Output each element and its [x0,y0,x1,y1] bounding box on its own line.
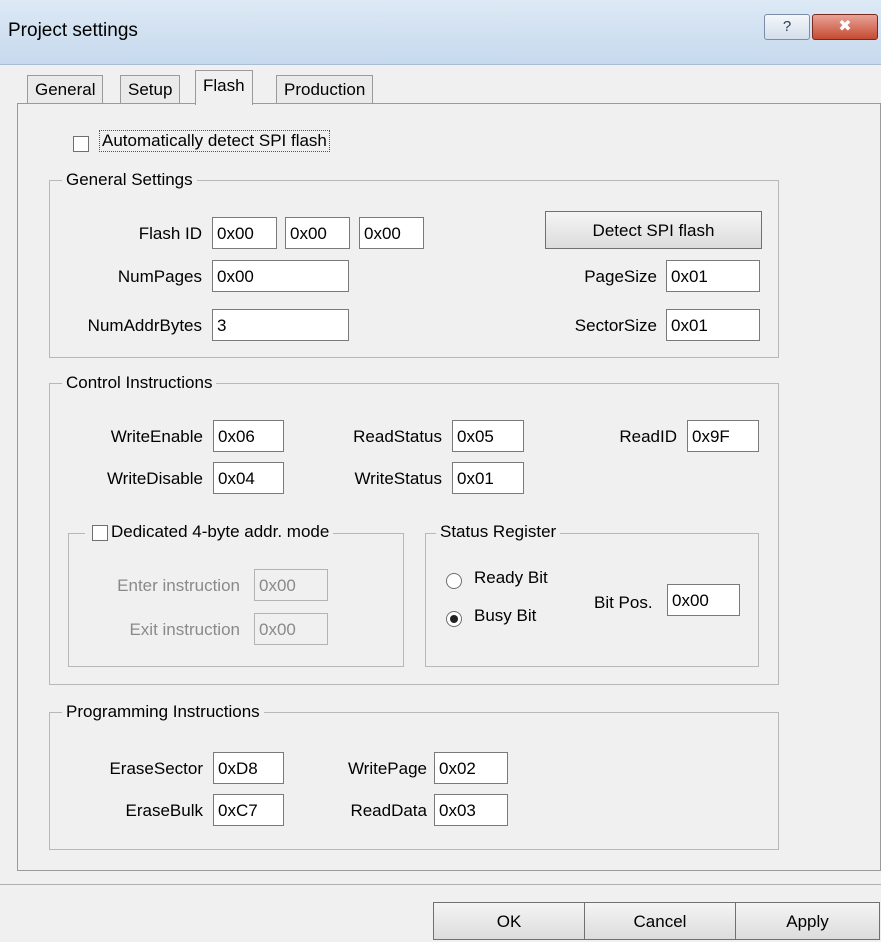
flash-id-label: Flash ID [138,224,202,243]
read-data-field[interactable]: 0x03 [434,794,508,826]
write-page-field[interactable]: 0x02 [434,752,508,784]
read-id-field[interactable]: 0x9F [687,420,759,452]
sector-size-label: SectorSize [574,316,657,335]
write-status-field[interactable]: 0x01 [452,462,524,494]
ok-button-label: OK [496,912,522,931]
ready-bit-label[interactable]: Ready Bit [474,568,548,588]
write-status-label: WriteStatus [354,469,442,488]
cancel-button[interactable]: Cancel [584,902,736,940]
auto-detect-checkbox[interactable] [73,136,89,152]
tab-setup[interactable]: Setup [120,75,181,104]
write-page-label: WritePage [347,759,427,778]
tab-production[interactable]: Production [276,75,374,104]
tab-general[interactable]: General [27,75,104,104]
write-disable-label: WriteDisable [106,469,203,488]
read-status-field[interactable]: 0x05 [452,420,524,452]
ok-button[interactable]: OK [433,902,585,940]
write-enable-label: WriteEnable [110,427,203,446]
four-byte-mode-group [68,533,404,667]
busy-bit-radio[interactable] [446,611,462,627]
detect-spi-flash-button[interactable]: Detect SPI flash [545,211,762,249]
control-instructions-legend: Control Instructions [62,373,217,393]
apply-button[interactable]: Apply [735,902,880,940]
help-icon: ? [782,18,792,35]
page-size-label: PageSize [584,267,657,286]
num-addr-bytes-label: NumAddrBytes [87,316,202,335]
help-button[interactable]: ? [764,14,810,40]
title-bar: Project settings ? ✖ [0,0,881,65]
flash-id-field-2[interactable]: 0x00 [285,217,350,249]
close-button[interactable]: ✖ [812,14,878,40]
page-size-field[interactable]: 0x01 [666,260,760,292]
read-id-label: ReadID [619,427,677,446]
erase-bulk-label: EraseBulk [125,801,203,820]
status-register-legend: Status Register [436,522,561,542]
ready-bit-radio[interactable] [446,573,462,589]
erase-bulk-field[interactable]: 0xC7 [213,794,284,826]
auto-detect-label[interactable]: Automatically detect SPI flash [99,130,330,152]
cancel-button-label: Cancel [633,912,687,931]
tab-flash[interactable]: Flash [195,70,253,105]
four-byte-mode-checkbox[interactable] [92,525,108,541]
enter-instruction-label: Enter instruction [117,576,240,595]
flash-id-field-1[interactable]: 0x00 [212,217,277,249]
num-pages-label: NumPages [117,267,202,286]
exit-instruction-field[interactable]: 0x00 [254,613,328,645]
bit-pos-label: Bit Pos. [594,593,653,612]
erase-sector-label: EraseSector [109,759,203,778]
num-pages-field[interactable]: 0x00 [212,260,349,292]
flash-id-field-3[interactable]: 0x00 [359,217,424,249]
bit-pos-field[interactable]: 0x00 [667,584,740,616]
close-icon: ✖ [838,18,852,35]
general-settings-legend: General Settings [62,170,197,190]
programming-instructions-group [49,712,779,850]
apply-button-label: Apply [786,912,829,931]
busy-bit-label[interactable]: Busy Bit [474,606,536,626]
window-title: Project settings [8,20,138,41]
enter-instruction-field[interactable]: 0x00 [254,569,328,601]
footer-separator [0,884,881,885]
busy-bit-radio-dot [450,615,458,623]
detect-spi-flash-button-label: Detect SPI flash [592,221,715,240]
num-addr-bytes-field[interactable]: 3 [212,309,349,341]
sector-size-field[interactable]: 0x01 [666,309,760,341]
erase-sector-field[interactable]: 0xD8 [213,752,284,784]
write-disable-field[interactable]: 0x04 [213,462,284,494]
read-status-label: ReadStatus [353,427,442,446]
read-data-label: ReadData [350,801,427,820]
write-enable-field[interactable]: 0x06 [213,420,284,452]
exit-instruction-label: Exit instruction [129,620,240,639]
four-byte-mode-legend: Dedicated 4-byte addr. mode [85,522,334,542]
programming-instructions-legend: Programming Instructions [62,702,264,722]
